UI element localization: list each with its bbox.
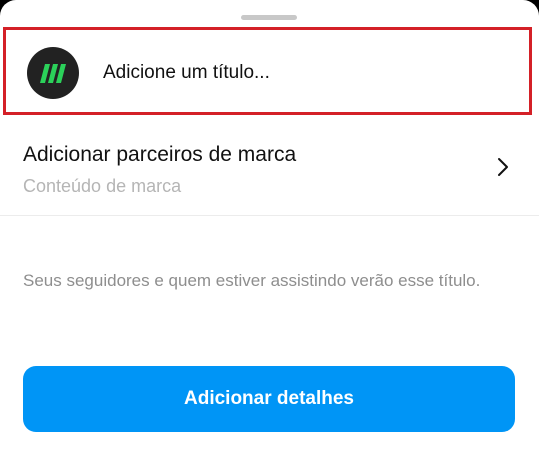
partners-subtitle: Conteúdo de marca <box>23 176 182 196</box>
title-row[interactable] <box>3 27 532 115</box>
bottom-sheet: Adicionar parceiros de marca Conteúdo de… <box>0 0 539 452</box>
brand-logo-icon <box>27 47 79 99</box>
partners-title: Adicionar parceiros de marca <box>23 143 297 166</box>
info-text: Seus seguidores e quem estiver assistind… <box>23 271 481 290</box>
add-brand-partners-row[interactable]: Adicionar parceiros de marca Conteúdo de… <box>0 132 539 214</box>
chevron-right-icon <box>494 156 512 178</box>
drag-handle[interactable] <box>241 15 297 20</box>
title-input[interactable] <box>103 60 503 86</box>
divider <box>0 215 539 216</box>
add-details-button[interactable]: Adicionar detalhes <box>23 366 515 432</box>
